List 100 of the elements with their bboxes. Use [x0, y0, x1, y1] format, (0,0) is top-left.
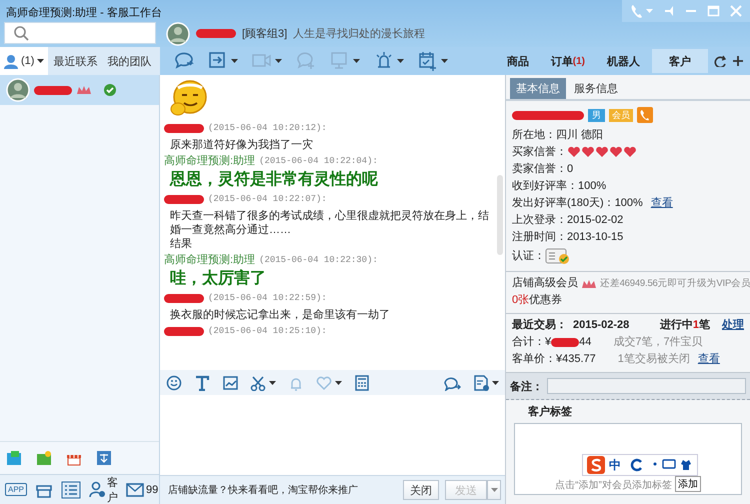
panel-tab[interactable]: 商品 — [496, 49, 539, 73]
coupon-count: 0张 — [512, 293, 530, 308]
trade-label: 最近交易： — [512, 318, 567, 333]
tab[interactable]: 我的团队 — [102, 47, 156, 75]
emoji-icon[interactable] — [166, 374, 182, 390]
field-value: 100% — [578, 178, 606, 194]
customer-signature: 人生是寻找归处的漫长旅程 — [293, 27, 426, 41]
heart-icon — [567, 145, 581, 158]
mail-icon — [126, 480, 144, 498]
redaction-mark — [551, 338, 580, 347]
contact-item[interactable] — [0, 75, 159, 105]
promo-text: 店铺缺流量？快来看看吧，淘宝帮你来推广 — [168, 484, 359, 497]
message-time: (2015-06-04 10:22:59): — [208, 292, 327, 305]
chat-transfer-icon[interactable] — [174, 51, 194, 71]
message-text: 哇，太厉害了 — [169, 268, 267, 289]
heart-icon — [623, 145, 637, 158]
caret-icon[interactable] — [492, 380, 499, 384]
send-options-button[interactable] — [487, 480, 501, 500]
field-label: 收到好评率： — [512, 178, 578, 194]
message-text: 原来那道符好像为我挡了一灾 — [169, 138, 314, 152]
add-tag-button[interactable]: 添加 — [674, 476, 701, 492]
app-icon[interactable] — [96, 450, 112, 466]
font-icon[interactable] — [194, 374, 210, 390]
list-icon[interactable] — [61, 480, 82, 498]
handle-link[interactable]: 处理 — [722, 317, 744, 334]
customer-group: [顾客组3] — [242, 26, 288, 41]
message-time: (2015-06-04 10:22:07): — [208, 193, 327, 206]
scissors-icon[interactable] — [250, 374, 266, 390]
search-field[interactable] — [4, 22, 156, 44]
caret-icon[interactable] — [353, 59, 360, 63]
pending-count: 进行中1笔 — [660, 318, 710, 333]
field-value: 100% — [614, 196, 643, 210]
message-time: (2015-06-04 10:25:10): — [208, 325, 327, 338]
person-icon — [4, 54, 18, 68]
field-value: 2015-02-02 — [567, 212, 624, 228]
close-button[interactable]: 关闭 — [403, 480, 439, 500]
app-button[interactable]: APP — [5, 483, 28, 496]
heart-icon — [595, 145, 609, 158]
unit-price: 客单价：¥435.77 — [512, 352, 596, 367]
remark-label: 备注： — [510, 380, 543, 394]
panel-tab[interactable]: 客户 — [652, 49, 708, 73]
calendar-add-icon[interactable] — [418, 51, 438, 71]
caret-icon[interactable] — [397, 59, 404, 63]
field-label: 注册时间： — [512, 230, 567, 244]
app-icon[interactable] — [6, 450, 22, 466]
message-time: (2015-06-04 10:22:30): — [259, 254, 378, 267]
redaction-mark — [512, 110, 584, 120]
document-icon[interactable] — [473, 374, 489, 390]
tags-title: 客户标签 — [527, 404, 573, 420]
panel-tab[interactable]: 机器人 — [597, 49, 650, 73]
sender-name: 高师命理预测:助理 — [164, 155, 256, 168]
person-icon — [89, 481, 106, 498]
info-tab[interactable]: 服务信息 — [568, 78, 624, 99]
message-text: 恩恩，灵符是非常有灵性的呢 — [168, 170, 379, 190]
view-link[interactable]: 查看 — [650, 194, 673, 210]
scrollbar-thumb[interactable] — [497, 175, 503, 255]
caret-icon[interactable] — [441, 59, 448, 63]
caret-icon[interactable] — [269, 380, 276, 384]
field-label: 卖家信誉： — [512, 162, 567, 176]
alarm-icon[interactable] — [374, 51, 394, 71]
ime-mode: 中 — [609, 456, 621, 474]
contacts-tab[interactable]: (1) — [0, 47, 48, 75]
message-time: (2015-06-04 10:22:04): — [259, 155, 378, 168]
field-label: 买家信誉： — [512, 144, 567, 160]
redaction-mark — [164, 195, 204, 204]
coupon-label: 优惠券 — [529, 292, 562, 308]
gender-badge: 男 — [588, 108, 605, 122]
chat-history-icon[interactable] — [443, 374, 461, 390]
redaction-mark — [164, 294, 204, 303]
heart-icon — [581, 145, 595, 158]
avatar-icon[interactable] — [166, 22, 190, 46]
closed-count: 1笔交易被关闭 — [618, 352, 690, 367]
calculator-icon[interactable] — [354, 374, 370, 390]
ime-toolbar[interactable]: 中 — [582, 454, 698, 476]
caret-icon — [37, 59, 44, 63]
panel-tab[interactable]: 订单(1) — [540, 49, 595, 73]
caret-icon[interactable] — [335, 380, 342, 384]
caret-icon — [490, 488, 498, 492]
tab[interactable]: 最近联系 — [48, 47, 102, 75]
add-icon[interactable] — [732, 55, 744, 67]
trade-date: 2015-02-28 — [573, 318, 630, 333]
redaction-mark — [34, 86, 72, 94]
avatar-icon — [6, 78, 30, 102]
info-tab[interactable]: 基本信息 — [510, 78, 566, 99]
remark-field[interactable] — [547, 378, 746, 394]
transfer-icon[interactable] — [208, 51, 228, 71]
phone-icon[interactable] — [637, 107, 653, 123]
field-label: 发出好评率(180天)： — [512, 196, 615, 210]
caret-icon[interactable] — [231, 59, 238, 63]
caret-icon[interactable] — [275, 59, 282, 63]
redaction-mark — [164, 124, 204, 133]
redaction-mark — [164, 327, 204, 336]
mail-button[interactable]: 99 — [126, 480, 158, 498]
refresh-icon[interactable] — [714, 55, 726, 67]
field-label: 认证： — [512, 249, 545, 264]
customers-button[interactable]: 客户 — [89, 474, 118, 504]
view-link[interactable]: 查看 — [698, 351, 720, 368]
folder-icon[interactable] — [36, 450, 52, 466]
id-verified-icon — [545, 247, 569, 265]
image-icon[interactable] — [222, 374, 238, 390]
